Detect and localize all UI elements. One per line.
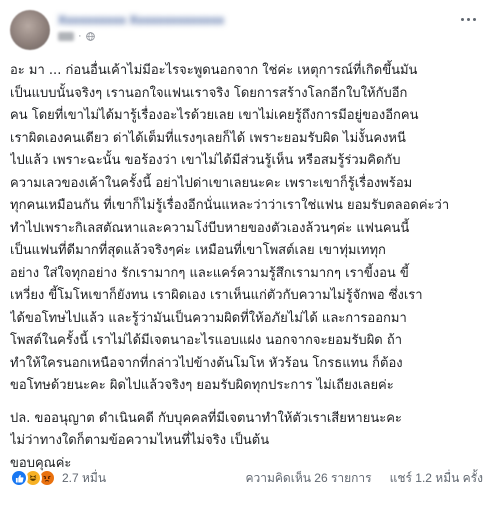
facebook-post: Xxxxxxxxxx Xxxxxxxxxxxxxx · อะ มา ... ก่… bbox=[0, 0, 493, 507]
post-text-line: ทำไปเพราะกิเลสตัณหาและความโง่บีบหายของตั… bbox=[10, 220, 410, 236]
post-text-line: ได้ขอโทษไปแล้ว และรู้ว่ามันเป็นความผิดที… bbox=[10, 310, 407, 326]
post-text-line: ไม่ว่าทางใดก็ตามข้อความไหนที่ไม่จริง เป็… bbox=[10, 433, 270, 448]
author-name[interactable]: Xxxxxxxxxx Xxxxxxxxxxxxxx bbox=[58, 13, 228, 26]
post-body: อะ มา ... ก่อนอื่นเค้าไม่มีอะไรจะพูดนอกจ… bbox=[10, 60, 480, 475]
author-avatar[interactable] bbox=[10, 10, 50, 50]
post-text-line: ทุกคนเหมือนกัน ที่เขาก็ไม่รู้เรื่องอีกนั… bbox=[10, 198, 450, 213]
post-text-line: โพสต์ในครั้งนี้ เราไม่ได้มีเจตนาอะไรแอบแ… bbox=[10, 333, 403, 348]
post-text-line: ไปแล้ว เพราะฉะนั้น ขอร้องว่า เขาไม่ได้มี… bbox=[10, 153, 401, 168]
post-stats: ความคิดเห็น 26 รายการ แชร์ 1.2 หมื่น ครั… bbox=[245, 469, 483, 488]
like-icon bbox=[10, 469, 28, 487]
post-text-line: เราผิดเองคนเดียว ด่าได้เต็มที่แรงๆเลยก็ไ… bbox=[10, 130, 406, 146]
post-text-line: คน โดยที่เขาไม่ได้มารู้เรื่องอะไรด้วยเลย… bbox=[10, 108, 419, 123]
post-text-line: อะ มา ... ก่อนอื่นเค้าไม่มีอะไรจะพูดนอกจ… bbox=[10, 63, 418, 78]
post-meta: · bbox=[58, 30, 95, 42]
post-header: Xxxxxxxxxx Xxxxxxxxxxxxxx · bbox=[10, 8, 483, 52]
post-timestamp[interactable] bbox=[58, 31, 74, 41]
post-text-line: เหวี่ยง ขี้โมโหเขาก็ยังทน เราผิดเอง เราเ… bbox=[10, 288, 423, 303]
meta-separator: · bbox=[78, 30, 82, 42]
share-count[interactable]: แชร์ 1.2 หมื่น ครั้ง bbox=[390, 469, 483, 488]
comment-count[interactable]: ความคิดเห็น 26 รายการ bbox=[245, 469, 371, 488]
post-footer: 2.7 หมื่น ความคิดเห็น 26 รายการ แชร์ 1.2… bbox=[10, 468, 483, 488]
post-text-line: เป็นแบบนั้นจริงๆ เรานอกใจแฟนเราจริง โดยก… bbox=[10, 85, 408, 101]
post-text-line: ทำให้ใครนอกเหนือจากที่กล่าวไปข้างต้นโมโห… bbox=[10, 355, 403, 371]
post-text-line: อย่าง ใส่ใจทุกอย่าง รักเรามากๆ และแคร์คว… bbox=[10, 265, 409, 281]
reaction-summary[interactable]: 2.7 หมื่น bbox=[10, 469, 106, 488]
post-paragraph-main: อะ มา ... ก่อนอื่นเค้าไม่มีอะไรจะพูดนอกจ… bbox=[10, 60, 480, 398]
post-text-line: เป็นแฟนที่ดีมากที่สุดแล้วจริงๆค่ะ เหมือน… bbox=[10, 243, 386, 258]
post-text-line: ความเลวของเค้าในครั้งนี้ อย่าไปด่าเขาเลย… bbox=[10, 175, 413, 191]
more-options-icon[interactable] bbox=[457, 12, 479, 26]
globe-icon[interactable] bbox=[85, 31, 95, 41]
post-paragraph-ps: ปล. ขออนุญาต ดำเนินคดี กับบุคคลที่มีเจตน… bbox=[10, 408, 480, 476]
post-text-line: ขอโทษด้วยนะคะ ผิดไปแล้วจริงๆ ยอมรับผิดทุ… bbox=[10, 378, 394, 393]
reaction-count[interactable]: 2.7 หมื่น bbox=[62, 469, 106, 488]
post-text-line: ปล. ขออนุญาต ดำเนินคดี กับบุคคลที่มีเจตน… bbox=[10, 410, 402, 426]
